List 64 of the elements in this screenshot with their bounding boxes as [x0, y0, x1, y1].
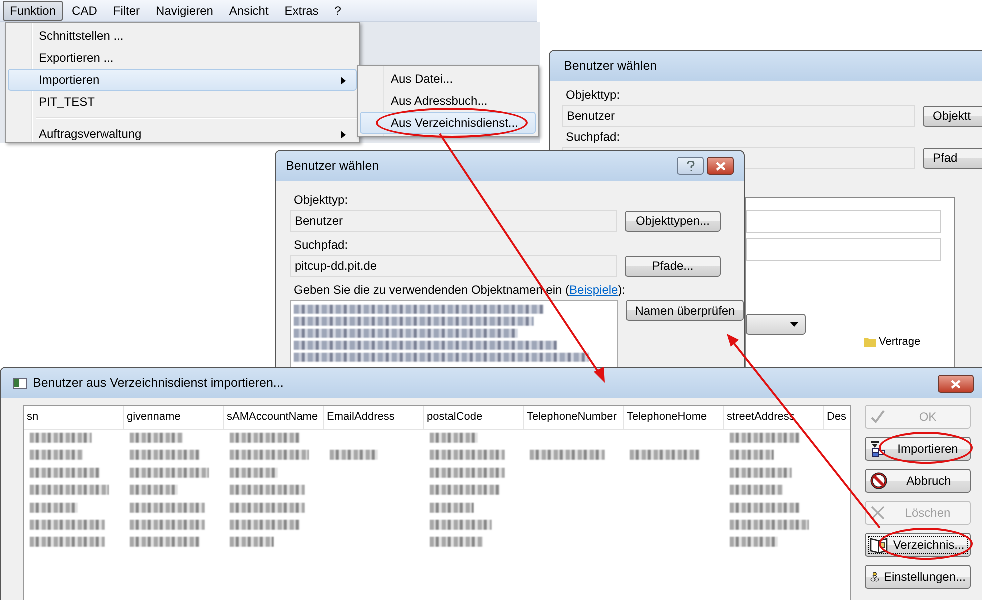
column-header[interactable]: TelephoneNumber: [524, 406, 624, 430]
cross-icon: [870, 505, 886, 521]
close-button[interactable]: [938, 375, 974, 393]
menu-item[interactable]: Auftragsverwaltung: [8, 123, 357, 145]
hierarchy-icon: [870, 440, 886, 458]
column-header[interactable]: EmailAddress: [324, 406, 424, 430]
window-icon: [13, 378, 27, 388]
prohibited-icon: [870, 472, 888, 490]
question-mark-icon: [686, 160, 694, 172]
window-title: Benutzer wählen: [564, 59, 658, 73]
column-header[interactable]: Des: [824, 406, 850, 430]
menu-item[interactable]: Schnittstellen ...: [8, 25, 357, 47]
dialog-button[interactable]: Verzeichnis...: [865, 533, 971, 557]
help-button[interactable]: [677, 157, 704, 175]
dropdown[interactable]: [746, 314, 806, 335]
caret-icon: [790, 322, 799, 327]
dialog-button[interactable]: Einstellungen...: [865, 565, 971, 589]
menu-bar-item[interactable]: Funktion: [3, 0, 64, 20]
folder-icon: [864, 337, 876, 347]
menu-item[interactable]: Importieren: [8, 69, 357, 91]
close-button[interactable]: [707, 157, 734, 175]
column-header[interactable]: givenname: [124, 406, 224, 430]
menu-item[interactable]: Aus Datei...: [360, 68, 536, 90]
menu-bar-item[interactable]: Extras: [278, 0, 326, 20]
menu-item[interactable]: Aus Verzeichnisdienst...: [360, 112, 536, 134]
submenu-arrow-icon: [341, 77, 346, 85]
submenu-arrow-icon: [341, 131, 346, 139]
menu-bar-item[interactable]: ?: [328, 0, 348, 20]
menu-bar-item[interactable]: Filter: [106, 0, 148, 20]
input-field[interactable]: [746, 238, 941, 261]
dialog-button[interactable]: Abbruch: [865, 469, 971, 493]
menu-item[interactable]: PIT_TEST: [8, 91, 357, 113]
paths-button[interactable]: Pfade...: [625, 256, 721, 276]
close-icon: [716, 162, 726, 170]
column-header[interactable]: sn: [24, 406, 124, 430]
examples-link[interactable]: Beispiele: [570, 283, 618, 297]
menu-bar-item[interactable]: Ansicht: [222, 0, 276, 20]
object-type-field[interactable]: Benutzer: [562, 105, 915, 127]
field-label: Suchpfad:: [294, 238, 350, 252]
dialog-button[interactable]: Importieren: [865, 437, 971, 461]
check-names-button[interactable]: Namen überprüfen: [626, 300, 744, 321]
book-icon: [870, 537, 888, 553]
names-prompt: Geben Sie die zu verwendenden Objektnamen ein (Beispiele):: [294, 283, 627, 297]
object-types-button[interactable]: Objekttypen...: [625, 210, 721, 232]
menu-item[interactable]: Aus Adressbuch...: [360, 90, 536, 112]
tree-item[interactable]: Vertrage: [879, 336, 921, 348]
column-header[interactable]: sAMAccountName: [224, 406, 324, 430]
menu-item[interactable]: Exportieren ...: [8, 47, 357, 69]
object-type-field[interactable]: Benutzer: [290, 210, 617, 232]
paths-button[interactable]: Pfad: [923, 148, 982, 168]
column-header[interactable]: postalCode: [424, 406, 524, 430]
field-label: Objekttyp:: [566, 88, 622, 102]
input-field[interactable]: [746, 210, 941, 233]
checkmark-icon: [870, 409, 886, 425]
window-title: Benutzer wählen: [286, 159, 380, 173]
field-label: Suchpfad:: [566, 130, 622, 144]
close-icon: [951, 380, 961, 388]
menu-bar-item[interactable]: Navigieren: [149, 0, 220, 20]
column-header[interactable]: TelephoneHome: [624, 406, 724, 430]
window-title: Benutzer aus Verzeichnisdienst importieren...: [33, 376, 284, 390]
menu-bar-item[interactable]: CAD: [65, 0, 104, 20]
field-label: Objekttyp:: [294, 193, 350, 207]
search-path-field[interactable]: pitcup-dd.pit.de: [290, 255, 617, 277]
object-types-button[interactable]: Objektt: [923, 106, 982, 126]
